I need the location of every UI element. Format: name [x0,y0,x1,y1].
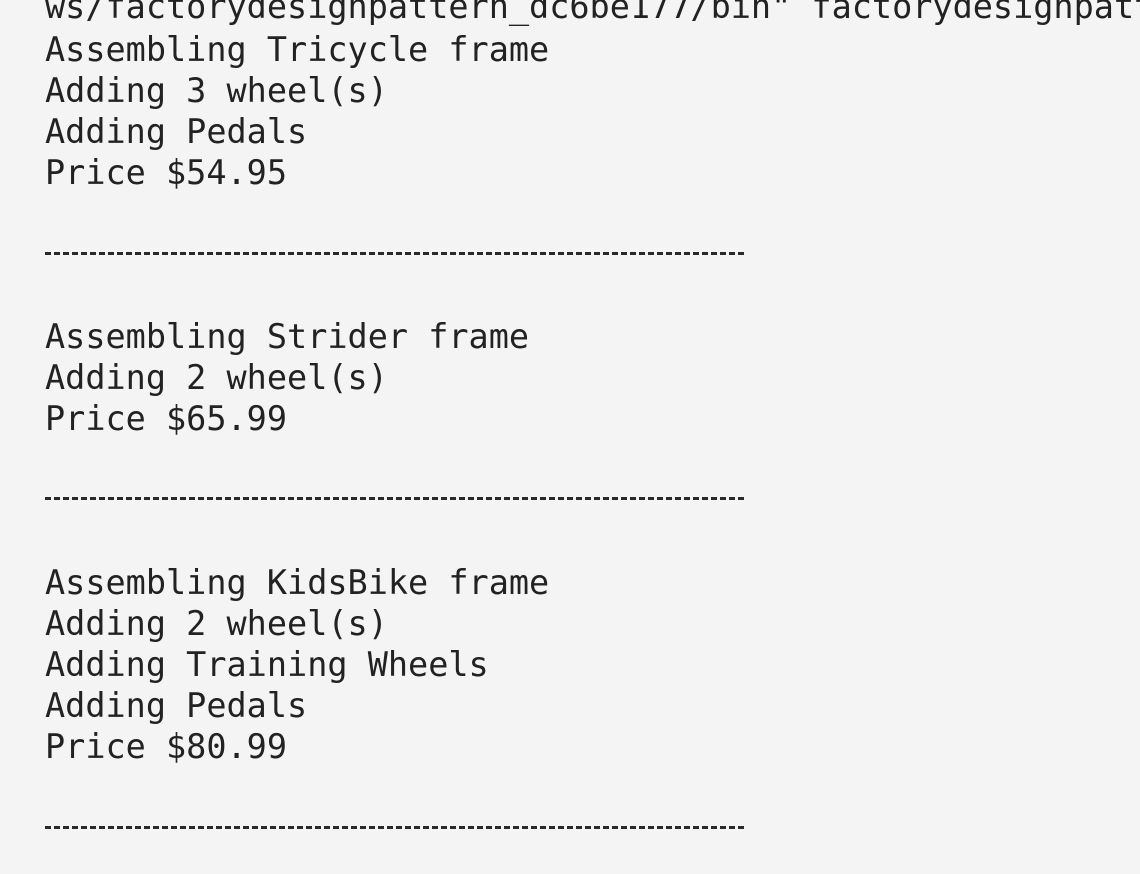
separator-line [45,497,744,500]
output-line: Adding Training Wheels [45,645,489,684]
output-line: Adding 2 wheel(s) [45,358,388,397]
output-line: Assembling Tricycle frame [45,30,550,69]
price-line: Price $65.99 [45,399,288,438]
output-line: Adding 3 wheel(s) [45,71,388,110]
output-line: Adding Pedals [45,686,308,725]
separator-line [45,252,744,255]
command-line: ws/factorydesignpattern_dc6be177/bin" fa… [45,0,1140,26]
console-output: ws/factorydesignpattern_dc6be177/bin" fa… [0,0,1140,874]
output-line: Assembling Strider frame [45,317,530,356]
price-line: Price $80.99 [45,727,288,766]
output-line: Adding 2 wheel(s) [45,604,388,643]
price-line: Price $54.95 [45,153,288,192]
separator-line [45,826,744,829]
output-line: Assembling KidsBike frame [45,563,550,602]
output-line: Adding Pedals [45,112,308,151]
